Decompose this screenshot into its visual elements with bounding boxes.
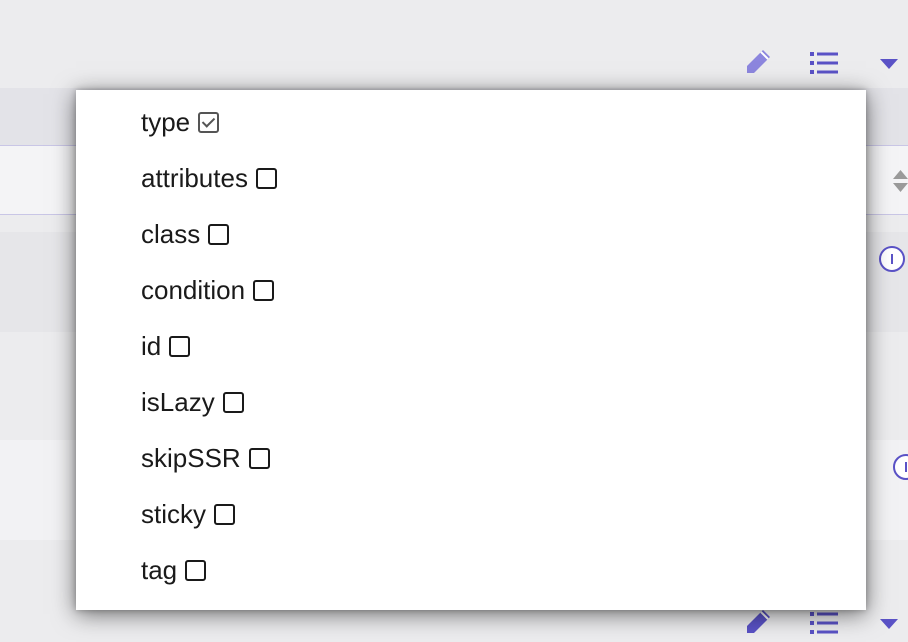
column-option-label: type — [141, 107, 191, 137]
column-option-sticky[interactable]: sticky — [141, 494, 235, 534]
list-icon[interactable] — [810, 51, 838, 75]
checkbox-unchecked[interactable] — [255, 167, 277, 189]
list-icon[interactable] — [810, 611, 838, 635]
column-option-type[interactable]: type — [141, 102, 220, 142]
checkbox-unchecked[interactable] — [214, 503, 235, 525]
column-option-label: skipSSR — [141, 443, 241, 473]
info-icon[interactable] — [879, 246, 905, 272]
column-option-skipssr[interactable]: skipSSR — [141, 438, 270, 478]
checkbox-unchecked[interactable] — [185, 559, 207, 581]
checkbox-unchecked[interactable] — [248, 447, 270, 469]
checkbox-checked[interactable] — [198, 111, 220, 133]
column-option-id[interactable]: id — [141, 326, 191, 366]
checkbox-unchecked[interactable] — [253, 279, 275, 301]
column-option-label: condition — [141, 275, 246, 305]
column-option-class[interactable]: class — [141, 214, 230, 254]
caret-down-icon[interactable] — [880, 59, 898, 69]
sort-icon[interactable] — [893, 170, 908, 192]
checkbox-unchecked[interactable] — [208, 223, 230, 245]
column-option-label: class — [141, 219, 201, 249]
column-option-label: attributes — [141, 163, 248, 193]
column-chooser-dropdown: type attributes class condition id isLaz… — [76, 90, 866, 610]
column-option-label: isLazy — [141, 387, 215, 417]
column-option-label: id — [141, 331, 162, 361]
pencil-icon[interactable] — [742, 606, 774, 638]
column-option-islazy[interactable]: isLazy — [141, 382, 244, 422]
checkbox-unchecked[interactable] — [169, 335, 191, 357]
column-option-tag[interactable]: tag — [141, 550, 207, 590]
checkbox-unchecked[interactable] — [222, 391, 244, 413]
column-option-condition[interactable]: condition — [141, 270, 275, 310]
caret-down-icon[interactable] — [880, 619, 898, 629]
pencil-icon[interactable] — [742, 46, 774, 78]
column-option-attributes[interactable]: attributes — [141, 158, 277, 198]
column-option-label: tag — [141, 555, 178, 585]
column-option-label: sticky — [141, 499, 206, 529]
